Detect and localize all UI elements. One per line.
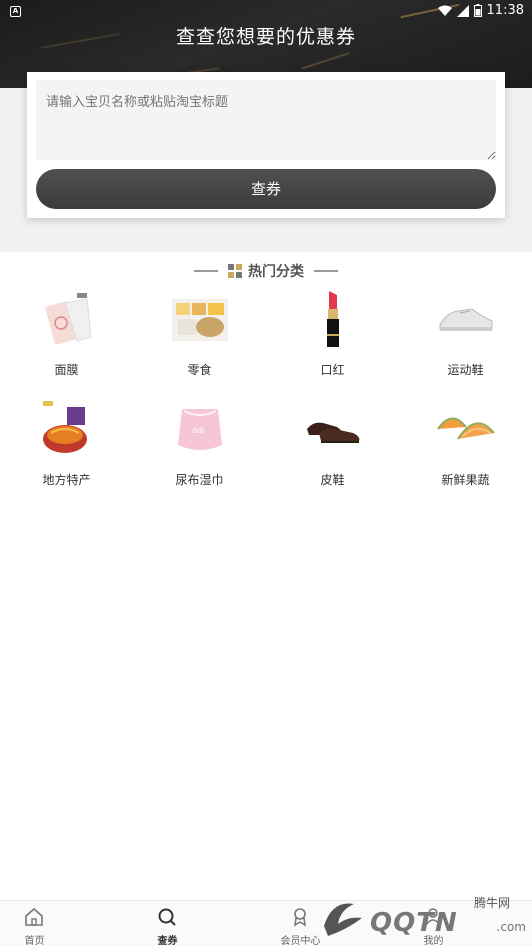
lipstick-icon [327,291,339,347]
home-icon [25,907,43,926]
category-label: 面膜 [54,363,79,377]
category-label: 运动鞋 [447,363,484,377]
status-bar: A 11:38 [0,0,532,24]
category-label: 零食 [187,363,212,377]
grid-icon [228,264,242,278]
section-header: 热门分类 [0,261,532,281]
search-card: 查券 [27,72,505,218]
search-icon [158,908,176,926]
category-label: 皮鞋 [320,473,345,487]
tab-label: 查券 [157,936,178,946]
tab-label: 首页 [24,936,45,946]
watermark-swoosh-icon [324,903,362,936]
member-icon [293,908,307,927]
battery-icon [473,4,482,17]
wifi-icon [437,5,452,16]
category-label: 口红 [320,363,345,377]
search-button[interactable]: 查券 [36,169,496,209]
category-melon[interactable]: 新鲜果蔬 [399,395,532,495]
tab-home[interactable]: 首页 [0,901,101,946]
divider [314,270,338,272]
category-face-mask[interactable]: 面膜 [0,285,133,385]
watermark-text-main: QQTN [370,908,458,938]
category-diaper[interactable]: ddi 尿布湿巾 [133,395,266,495]
sneaker-icon [439,308,493,331]
local-specialty-icon [43,401,87,453]
category-lipstick[interactable]: 口红 [266,285,399,385]
snacks-icon [172,299,228,341]
section-title: 热门分类 [248,264,304,280]
search-input[interactable] [36,80,496,160]
leather-shoe-icon [307,422,360,443]
watermark-text-suffix: .com [496,920,526,934]
face-mask-icon [45,293,92,345]
category-label: 新鲜果蔬 [441,473,490,487]
category-label: 地方特产 [42,473,91,487]
notification-a-icon: A [10,6,21,17]
category-snacks[interactable]: 零食 [133,285,266,385]
diaper-icon: ddi [178,409,222,450]
category-label: 尿布湿巾 [175,473,224,487]
divider [194,270,218,272]
category-leather-shoe[interactable]: 皮鞋 [266,395,399,495]
signal-icon [456,4,469,17]
tab-search[interactable]: 查券 [101,901,234,946]
page-title: 查查您想要的优惠券 [175,26,356,48]
svg-text:ddi: ddi [192,426,204,435]
watermark-logo: 腾牛网 QQTN .com [318,894,528,944]
watermark-text-top: 腾牛网 [473,896,510,910]
status-time: 11:38 [486,3,524,18]
category-sneaker[interactable]: 运动鞋 [399,285,532,385]
category-local-specialty[interactable]: 地方特产 [0,395,133,495]
melon-icon [437,417,495,440]
